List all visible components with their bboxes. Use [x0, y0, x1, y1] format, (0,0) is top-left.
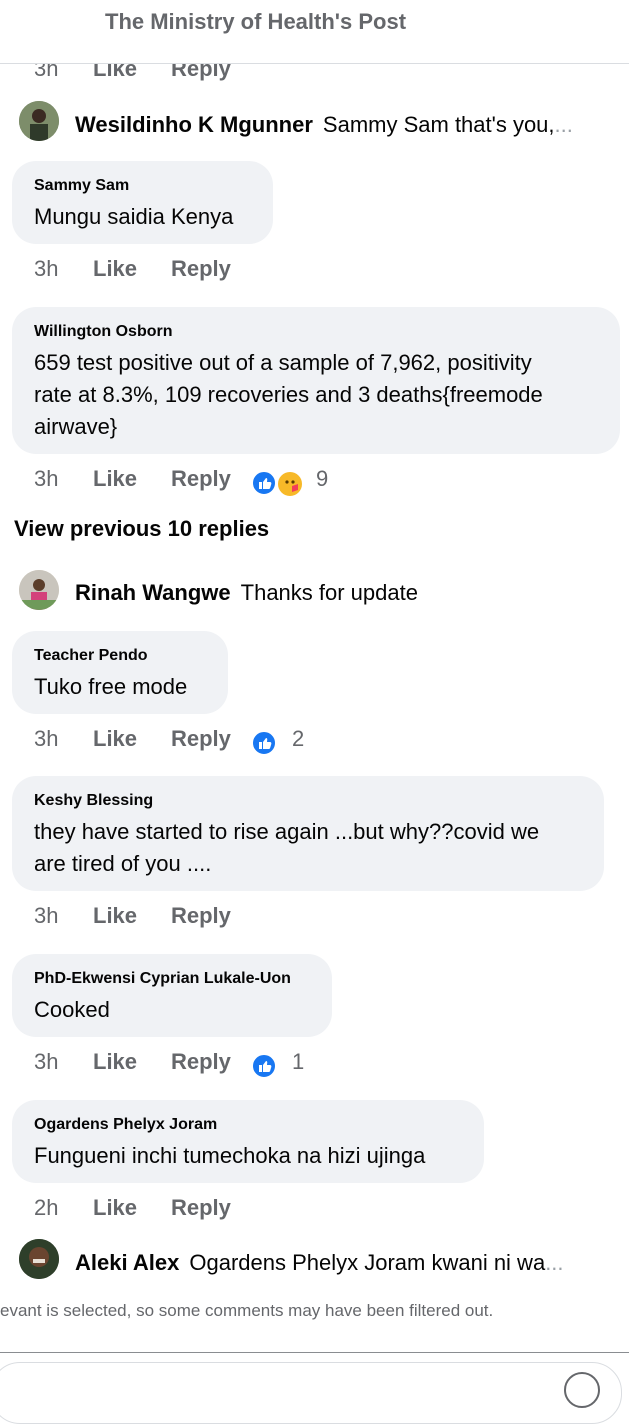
comment-actions: 3h Like Reply 9 — [0, 466, 629, 497]
comment-actions: 3h Like Reply 1 — [0, 1049, 629, 1079]
thumbs-up-icon — [252, 1054, 276, 1078]
like-button[interactable]: Like — [93, 903, 137, 929]
comment-text-line: are tired of you .... — [34, 851, 212, 876]
comment-actions: 2h Like Reply — [0, 1195, 629, 1225]
comment-author[interactable]: Sammy Sam — [34, 177, 129, 195]
reply-button[interactable]: Reply — [171, 726, 231, 752]
reply-button[interactable]: Reply — [171, 256, 231, 282]
comment-text: Tuko free mode — [34, 674, 188, 699]
like-button[interactable]: Like — [93, 726, 137, 752]
avatar-image — [19, 101, 59, 141]
comment-text-line: they have started to rise again ...but w… — [34, 819, 540, 844]
comment-time: 3h — [34, 726, 59, 751]
like-button[interactable]: Like — [93, 1195, 137, 1221]
reply-author[interactable]: Rinah Wangwe — [75, 580, 231, 605]
reply-button[interactable]: Reply — [171, 903, 231, 929]
avatar-image — [19, 570, 59, 610]
thumbs-up-icon — [252, 731, 276, 755]
comment-text: Cooked — [34, 997, 110, 1022]
care-hug-icon — [277, 471, 303, 497]
comment-time: 2h — [34, 1195, 59, 1220]
comment-text-line: airwave} — [34, 414, 118, 439]
reply-snippet: Thanks for update — [240, 580, 418, 605]
page-title: The Ministry of Health's Post — [105, 9, 407, 34]
comment-actions: 3h Like Reply — [0, 256, 629, 286]
comment-time: 3h — [34, 1049, 59, 1074]
collapsed-reply[interactable]: Aleki Alex Ogardens Phelyx Joram kwani ni… — [75, 1250, 564, 1276]
comment-bubble[interactable]: Teacher Pendo Tuko free mode — [12, 631, 228, 714]
reaction-count[interactable]: 1 — [292, 1049, 304, 1075]
reaction-count[interactable]: 9 — [316, 466, 328, 492]
avatar[interactable] — [19, 101, 59, 141]
comment-text-line: 659 test positive out of a sample of 7,9… — [34, 350, 532, 375]
like-button[interactable]: Like — [93, 1049, 137, 1075]
like-button[interactable]: Like — [93, 466, 137, 492]
comment-text: they have started to rise again ...but w… — [34, 816, 539, 880]
post-header: The Ministry of Health's Post — [0, 0, 629, 64]
comment-bubble[interactable]: Sammy Sam Mungu saidia Kenya — [12, 161, 273, 244]
comment-actions: 3h Like Reply — [0, 903, 629, 933]
comment-author[interactable]: Ogardens Phelyx Joram — [34, 1116, 217, 1134]
collapsed-reply[interactable]: Wesildinho K Mgunner Sammy Sam that's you… — [75, 112, 573, 138]
avatar[interactable] — [19, 570, 59, 610]
comment-author[interactable]: PhD-Ekwensi Cyprian Lukale-Uon — [34, 970, 291, 988]
comment-text: Mungu saidia Kenya — [34, 204, 234, 229]
ellipsis: ... — [545, 1250, 564, 1275]
reply-snippet: Sammy Sam that's you, — [322, 112, 555, 137]
comment-text: Fungueni inchi tumechoka na hizi ujinga — [34, 1143, 426, 1168]
reply-snippet: Ogardens Phelyx Joram kwani ni wa — [189, 1250, 546, 1275]
reply-author[interactable]: Wesildinho K Mgunner — [75, 112, 313, 137]
ellipsis: ... — [554, 112, 573, 137]
comment-input[interactable] — [0, 1362, 622, 1424]
comment-bubble[interactable]: Keshy Blessing they have started to rise… — [12, 776, 604, 891]
divider — [0, 1352, 629, 1353]
reply-button[interactable]: Reply — [171, 1049, 231, 1075]
comment-time: 3h — [34, 256, 59, 281]
avatar-image — [19, 1239, 59, 1279]
comment-time: 3h — [34, 466, 59, 491]
comment-author[interactable]: Teacher Pendo — [34, 647, 148, 665]
reaction-count[interactable]: 2 — [292, 726, 304, 752]
filter-notice: evant is selected, so some comments may … — [0, 1301, 494, 1320]
like-button[interactable]: Like — [93, 256, 137, 282]
view-previous-replies-link[interactable]: View previous 10 replies — [14, 516, 269, 542]
thumbs-up-icon — [252, 471, 276, 495]
emoji-icon[interactable] — [564, 1372, 600, 1408]
comment-actions: 3h Like Reply 2 — [0, 726, 629, 756]
comment-time: 3h — [34, 903, 59, 928]
comment-author[interactable]: Keshy Blessing — [34, 792, 153, 810]
comment-bubble[interactable]: Willington Osborn 659 test positive out … — [12, 307, 620, 454]
comment-text: 659 test positive out of a sample of 7,9… — [34, 347, 543, 443]
comment-bubble[interactable]: Ogardens Phelyx Joram Fungueni inchi tum… — [12, 1100, 484, 1183]
comment-text-line: rate at 8.3%, 109 recoveries and 3 death… — [34, 382, 543, 407]
collapsed-reply[interactable]: Rinah Wangwe Thanks for update — [75, 580, 418, 606]
comment-author[interactable]: Willington Osborn — [34, 323, 173, 341]
avatar[interactable] — [19, 1239, 59, 1279]
comment-bubble[interactable]: PhD-Ekwensi Cyprian Lukale-Uon Cooked — [12, 954, 332, 1037]
reply-button[interactable]: Reply — [171, 1195, 231, 1221]
reply-button[interactable]: Reply — [171, 466, 231, 492]
reply-author[interactable]: Aleki Alex — [75, 1250, 179, 1275]
